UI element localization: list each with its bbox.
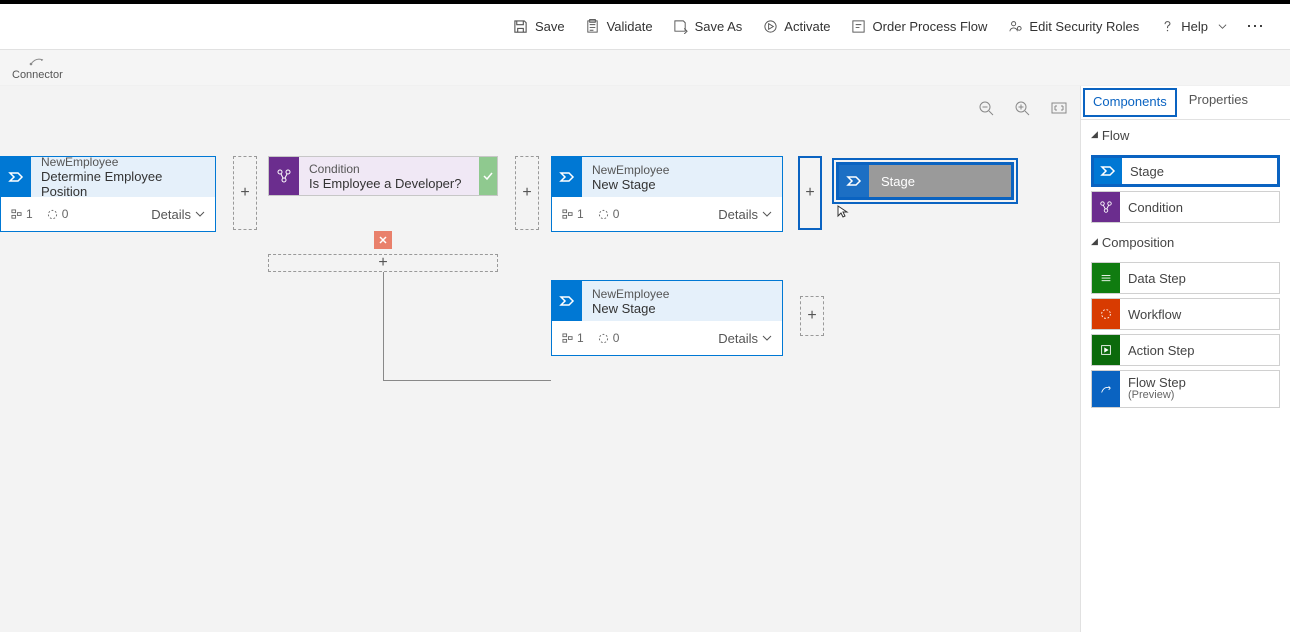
condition-name: Is Employee a Developer? <box>309 176 469 191</box>
steps-count: 1 <box>562 331 584 345</box>
cursor-icon <box>836 204 850 218</box>
triggers-count: 0 <box>598 331 620 345</box>
order-label: Order Process Flow <box>873 19 988 34</box>
save-label: Save <box>535 19 565 34</box>
save-as-button[interactable]: Save As <box>663 13 753 41</box>
chevron-down-icon <box>195 209 205 219</box>
drop-slot[interactable]: + <box>233 156 257 230</box>
stage-icon <box>552 281 582 321</box>
component-label: Action Step <box>1120 344 1195 357</box>
components-panel: Components Properties Flow Stage Conditi… <box>1080 86 1290 632</box>
steps-count: 1 <box>11 207 33 221</box>
drop-slot[interactable]: + <box>515 156 539 230</box>
save-as-icon <box>673 19 689 35</box>
stage-entity: NewEmployee <box>41 155 205 169</box>
tab-components[interactable]: Components <box>1083 88 1177 117</box>
component-data-step[interactable]: Data Step <box>1091 262 1280 294</box>
save-icon <box>513 19 529 35</box>
component-label: Flow Step (Preview) <box>1120 376 1186 402</box>
connector-icon <box>29 55 45 69</box>
component-workflow[interactable]: Workflow <box>1091 298 1280 330</box>
condition-label: Condition <box>309 162 469 176</box>
activate-button[interactable]: Activate <box>752 13 840 41</box>
triggers-count: 0 <box>598 207 620 221</box>
component-label: Workflow <box>1120 308 1181 321</box>
save-as-label: Save As <box>695 19 743 34</box>
details-toggle[interactable]: Details <box>718 207 772 222</box>
workflow-icon <box>1092 299 1120 329</box>
activate-label: Activate <box>784 19 830 34</box>
connector-tool[interactable]: Connector <box>4 55 71 85</box>
stage-icon <box>1094 158 1122 184</box>
stage-name: Determine Employee Position <box>41 169 205 199</box>
stage-card-2[interactable]: NewEmployee New Stage 1 0 Details <box>551 156 783 232</box>
stage-card-3[interactable]: NewEmployee New Stage 1 0 Details <box>551 280 783 356</box>
activate-icon <box>762 19 778 35</box>
component-action-step[interactable]: Action Step <box>1091 334 1280 366</box>
stage-name: New Stage <box>592 301 772 316</box>
more-commands-button[interactable]: ⋯ <box>1240 16 1272 37</box>
stage-entity: NewEmployee <box>592 287 772 301</box>
action-step-icon <box>1092 335 1120 365</box>
security-label: Edit Security Roles <box>1029 19 1139 34</box>
stage-icon <box>839 165 869 197</box>
connector-label: Connector <box>12 69 63 81</box>
chevron-down-icon <box>762 209 772 219</box>
drag-ghost-label: Stage <box>869 174 915 189</box>
edit-security-roles-button[interactable]: Edit Security Roles <box>997 13 1149 41</box>
save-button[interactable]: Save <box>503 13 575 41</box>
component-condition[interactable]: Condition <box>1091 191 1280 223</box>
stage-card-1[interactable]: NewEmployee Determine Employee Position … <box>0 156 216 232</box>
help-icon <box>1159 19 1175 35</box>
stage-icon <box>552 157 582 197</box>
section-flow[interactable]: Flow <box>1081 120 1290 151</box>
component-stage[interactable]: Stage <box>1091 155 1280 187</box>
condition-icon <box>1092 192 1120 222</box>
condition-false-marker <box>374 231 392 249</box>
tab-properties[interactable]: Properties <box>1179 86 1258 119</box>
steps-count: 1 <box>562 207 584 221</box>
panel-tabs: Components Properties <box>1081 86 1290 120</box>
triggers-count: 0 <box>47 207 69 221</box>
data-step-icon <box>1092 263 1120 293</box>
drop-slot-active[interactable]: + <box>798 156 822 230</box>
branch-line <box>383 272 384 380</box>
order-icon <box>851 19 867 35</box>
component-label: Stage <box>1122 165 1164 178</box>
stage-entity: NewEmployee <box>592 163 772 177</box>
help-label: Help <box>1181 19 1208 34</box>
component-flow-step[interactable]: Flow Step (Preview) <box>1091 370 1280 408</box>
condition-icon <box>269 157 299 195</box>
branch-line <box>383 380 551 381</box>
order-process-flow-button[interactable]: Order Process Flow <box>841 13 998 41</box>
validate-button[interactable]: Validate <box>575 13 663 41</box>
designer-canvas[interactable]: NewEmployee Determine Employee Position … <box>0 86 1080 632</box>
validate-label: Validate <box>607 19 653 34</box>
details-toggle[interactable]: Details <box>718 331 772 346</box>
condition-card[interactable]: Condition Is Employee a Developer? <box>268 156 498 196</box>
section-composition[interactable]: Composition <box>1081 227 1290 258</box>
condition-true-marker <box>479 157 497 195</box>
chevron-down-icon <box>762 333 772 343</box>
drop-slot-below-condition[interactable]: + <box>268 254 498 272</box>
details-toggle[interactable]: Details <box>151 207 205 222</box>
component-label: Data Step <box>1120 272 1186 285</box>
security-icon <box>1007 19 1023 35</box>
designer-mode-bar: Connector <box>0 50 1290 86</box>
stage-icon <box>1 157 31 197</box>
chevron-down-icon <box>1214 19 1230 35</box>
component-label: Condition <box>1120 201 1183 214</box>
help-button[interactable]: Help <box>1149 13 1240 41</box>
drop-slot[interactable]: + <box>800 296 824 336</box>
drag-ghost-stage: Stage <box>836 162 1014 200</box>
command-bar: Save Validate Save As Activate Order Pro… <box>0 4 1290 50</box>
stage-name: New Stage <box>592 177 772 192</box>
flow-step-icon <box>1092 371 1120 407</box>
validate-icon <box>585 19 601 35</box>
